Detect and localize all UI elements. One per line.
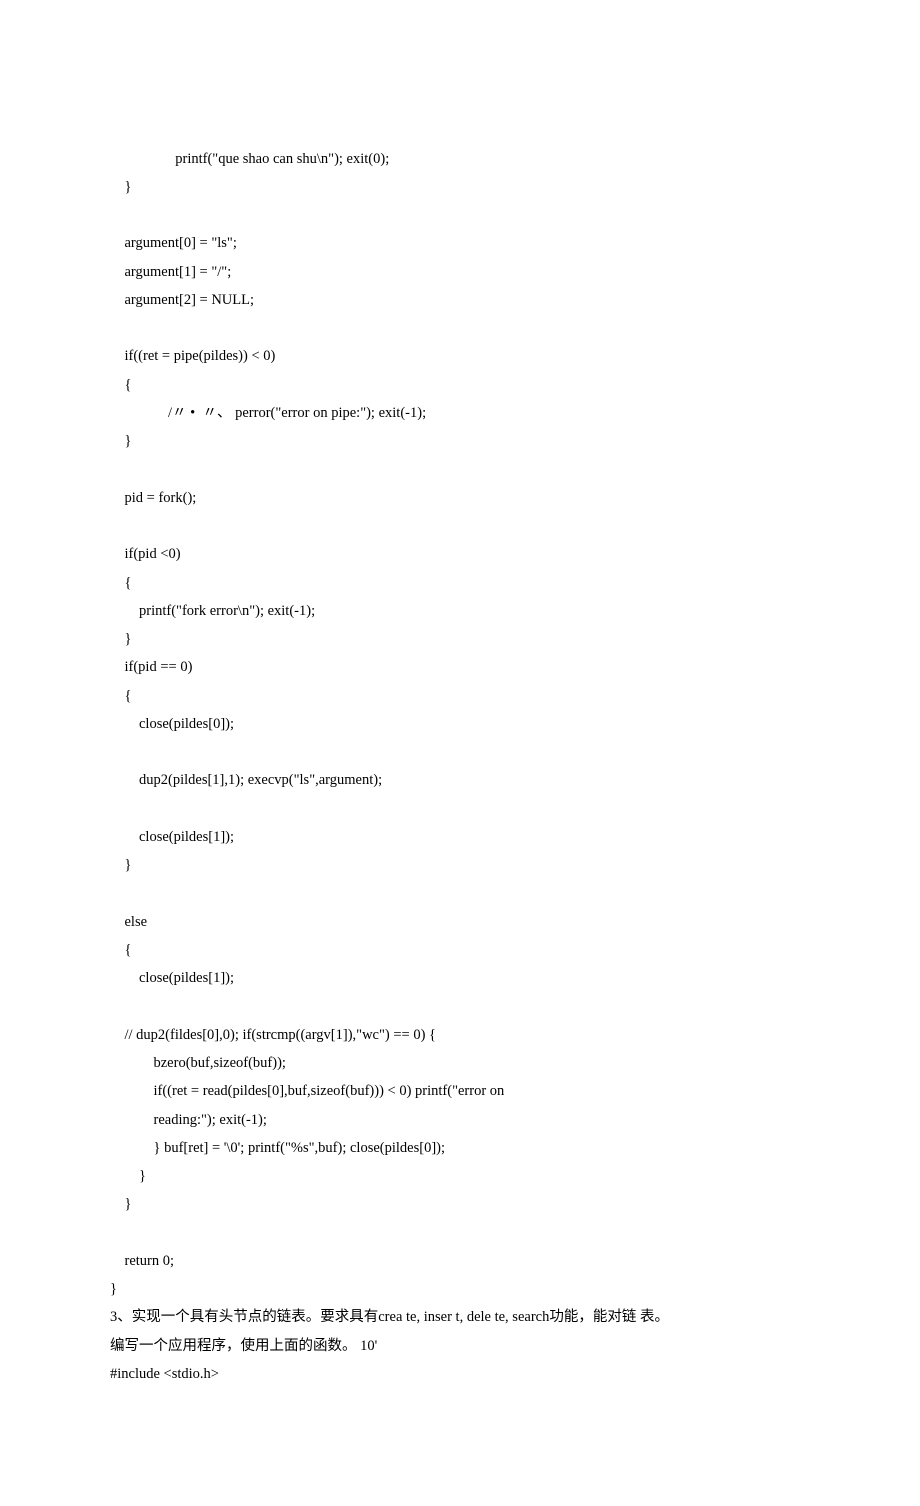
code-line xyxy=(110,201,810,229)
code-line: } xyxy=(110,1162,810,1190)
code-line: argument[1] = "/"; xyxy=(110,258,810,286)
code-line: /〃 • 〃、 perror("error on pipe:"); exit(-… xyxy=(110,399,810,427)
code-line: close(pildes[1]); xyxy=(110,823,810,851)
code-line: } xyxy=(110,625,810,653)
code-line: { xyxy=(110,936,810,964)
code-line: return 0; xyxy=(110,1247,810,1275)
code-line: { xyxy=(110,682,810,710)
code-line: argument[2] = NULL; xyxy=(110,286,810,314)
code-line: } xyxy=(110,1190,810,1218)
code-line: // dup2(fildes[0],0); if(strcmp((argv[1]… xyxy=(110,1021,810,1049)
code-line: pid = fork(); xyxy=(110,484,810,512)
code-line xyxy=(110,879,810,907)
code-line: } xyxy=(110,1275,810,1303)
code-line: } buf[ret] = '\0'; printf("%s",buf); clo… xyxy=(110,1134,810,1162)
code-line: argument[0] = "ls"; xyxy=(110,229,810,257)
code-line: dup2(pildes[1],1); execvp("ls",argument)… xyxy=(110,766,810,794)
code-line: { xyxy=(110,371,810,399)
code-line: { xyxy=(110,569,810,597)
code-line xyxy=(110,455,810,483)
code-line xyxy=(110,993,810,1021)
code-line: 编写一个应用程序，使用上面的函数。 10' xyxy=(110,1332,810,1360)
code-line: printf("que shao can shu\n"); exit(0); xyxy=(110,145,810,173)
code-line: printf("fork error\n"); exit(-1); xyxy=(110,597,810,625)
code-line xyxy=(110,795,810,823)
code-line: #include <stdio.h> xyxy=(110,1360,810,1388)
code-content: printf("que shao can shu\n"); exit(0); }… xyxy=(110,145,810,1389)
code-line: } xyxy=(110,173,810,201)
code-line: if((ret = pipe(pildes)) < 0) xyxy=(110,342,810,370)
code-line: } xyxy=(110,427,810,455)
code-line: if((ret = read(pildes[0],buf,sizeof(buf)… xyxy=(110,1077,810,1105)
code-line xyxy=(110,314,810,342)
code-line: 3、实现一个具有头节点的链表。要求具有crea te, inser t, del… xyxy=(110,1303,810,1331)
code-line: close(pildes[0]); xyxy=(110,710,810,738)
code-line: reading:"); exit(-1); xyxy=(110,1106,810,1134)
document-page: printf("que shao can shu\n"); exit(0); }… xyxy=(0,0,920,1506)
code-line: } xyxy=(110,851,810,879)
code-line: if(pid == 0) xyxy=(110,653,810,681)
code-line xyxy=(110,738,810,766)
code-line: if(pid <0) xyxy=(110,540,810,568)
code-line: close(pildes[1]); xyxy=(110,964,810,992)
code-line xyxy=(110,1219,810,1247)
code-line xyxy=(110,512,810,540)
code-line: bzero(buf,sizeof(buf)); xyxy=(110,1049,810,1077)
code-line: else xyxy=(110,908,810,936)
